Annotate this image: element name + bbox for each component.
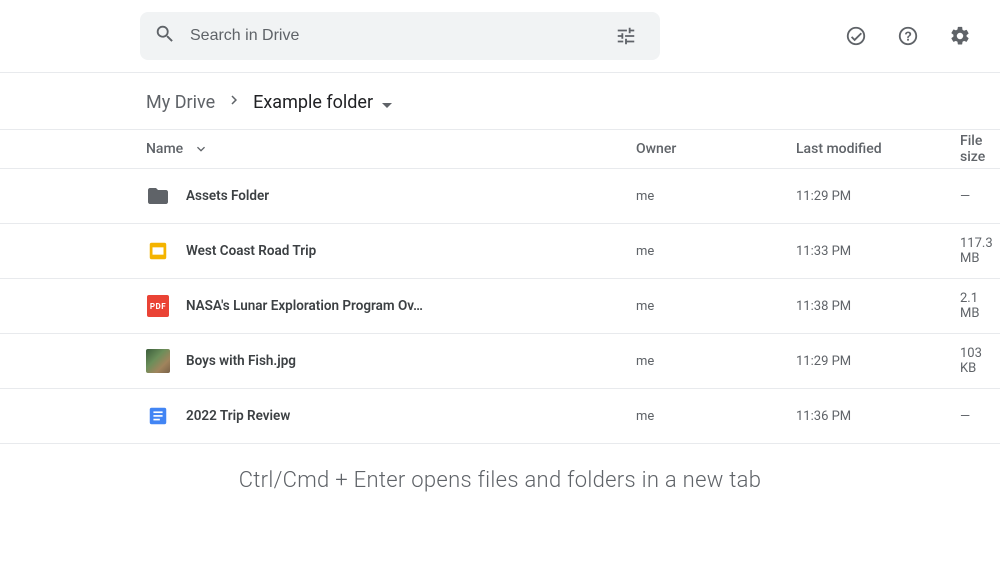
file-size: —	[960, 189, 980, 204]
settings-icon[interactable]	[940, 16, 980, 56]
file-modified: 11:38 PM	[796, 299, 960, 314]
col-name[interactable]: Name	[146, 139, 636, 159]
table-row[interactable]: West Coast Road Trip me 11:33 PM 117.3 M…	[0, 224, 1000, 279]
folder-icon	[146, 184, 170, 208]
file-name: Boys with Fish.jpg	[186, 353, 296, 369]
search-box[interactable]	[140, 12, 660, 60]
chevron-right-icon	[225, 91, 243, 113]
file-size: 103 KB	[960, 346, 982, 376]
col-name-label: Name	[146, 141, 183, 157]
pdf-icon: PDF	[146, 294, 170, 318]
search-icon	[154, 23, 176, 49]
col-modified[interactable]: Last modified	[796, 141, 960, 157]
image-thumbnail-icon	[146, 349, 170, 373]
topbar	[0, 0, 1000, 73]
col-size[interactable]: File size	[960, 133, 985, 165]
file-name: 2022 Trip Review	[186, 408, 290, 424]
table-row[interactable]: PDF NASA's Lunar Exploration Program Ov……	[0, 279, 1000, 334]
search-options-icon[interactable]	[606, 16, 646, 56]
file-owner: me	[636, 189, 796, 204]
file-modified: 11:33 PM	[796, 244, 960, 259]
file-modified: 11:29 PM	[796, 189, 960, 204]
file-name: West Coast Road Trip	[186, 243, 316, 259]
file-list: Name Owner Last modified File size Asset…	[0, 129, 1000, 444]
sort-arrow-down-icon	[193, 139, 209, 159]
file-modified: 11:36 PM	[796, 409, 960, 424]
help-icon[interactable]	[888, 16, 928, 56]
docs-icon	[146, 404, 170, 428]
breadcrumb-current-label: Example folder	[253, 92, 373, 113]
file-owner: me	[636, 409, 796, 424]
file-owner: me	[636, 299, 796, 314]
file-modified: 11:29 PM	[796, 354, 960, 369]
file-size: 117.3 MB	[960, 236, 993, 266]
breadcrumb-parent[interactable]: My Drive	[146, 92, 215, 113]
file-owner: me	[636, 354, 796, 369]
offline-ready-icon[interactable]	[836, 16, 876, 56]
search-input[interactable]	[190, 27, 592, 45]
file-size: —	[960, 409, 980, 424]
file-name: NASA's Lunar Exploration Program Ov…	[186, 298, 423, 314]
table-row[interactable]: 2022 Trip Review me 11:36 PM —	[0, 389, 1000, 444]
breadcrumb-current[interactable]: Example folder	[253, 92, 391, 113]
keyboard-tip: Ctrl/Cmd + Enter opens files and folders…	[0, 444, 1000, 517]
col-owner[interactable]: Owner	[636, 141, 796, 157]
caret-down-icon	[382, 103, 392, 108]
breadcrumb: My Drive Example folder	[0, 73, 1000, 129]
file-size: 2.1 MB	[960, 291, 980, 321]
table-row[interactable]: Assets Folder me 11:29 PM —	[0, 169, 1000, 224]
file-name: Assets Folder	[186, 188, 269, 204]
slides-icon	[146, 239, 170, 263]
file-owner: me	[636, 244, 796, 259]
table-row[interactable]: Boys with Fish.jpg me 11:29 PM 103 KB	[0, 334, 1000, 389]
column-headers: Name Owner Last modified File size	[0, 129, 1000, 169]
